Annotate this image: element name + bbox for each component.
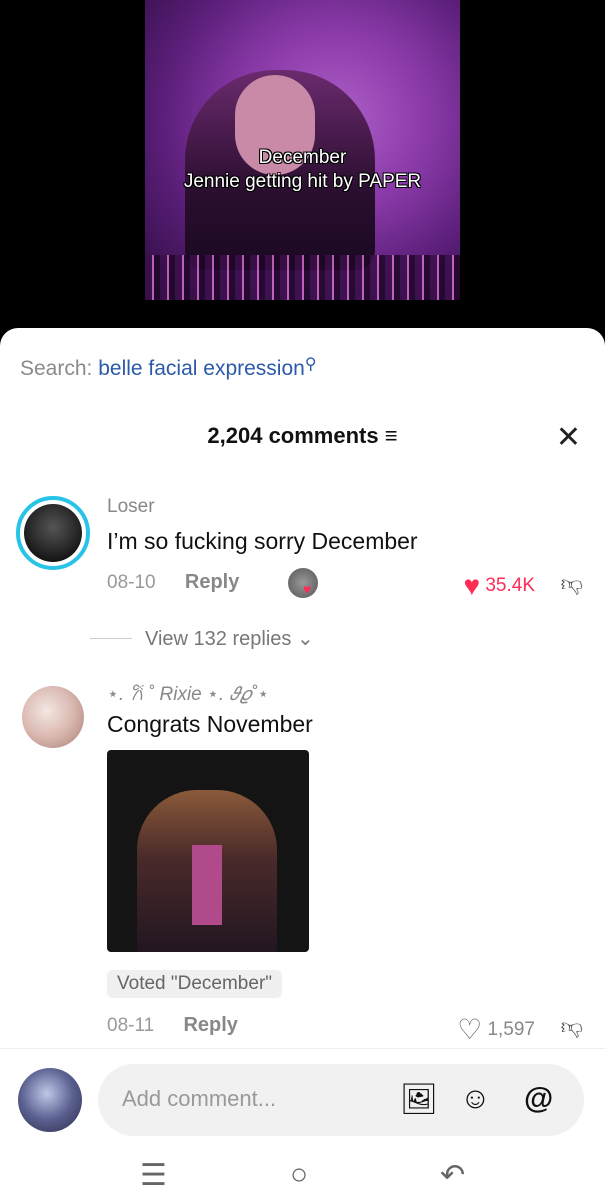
search-query-link[interactable]: belle facial expression <box>98 357 305 380</box>
divider <box>90 638 132 639</box>
like-count: 1,597 <box>487 1019 535 1040</box>
sticker-icon[interactable]: ☺︎ <box>460 1082 491 1116</box>
comment-text: I’m so fucking sorry December <box>107 528 418 554</box>
video-caption-line1: December <box>258 147 347 168</box>
search-label: Search: <box>20 357 93 380</box>
heart-outline-icon: ♡ <box>457 1014 483 1045</box>
like-button[interactable]: ♥ 35.4K <box>463 570 535 602</box>
video-caption-line2: Jennie getting hit by PAPER <box>183 171 422 192</box>
like-count: 35.4K <box>485 575 535 596</box>
avatar-image <box>24 504 82 562</box>
view-replies-button[interactable]: View 132 replies ⌄ <box>145 626 314 651</box>
comment-username[interactable]: ⋆. 𐙚 ˚ Rixie ⋆. 𝜗𝜚˚⋆ <box>107 680 269 706</box>
recents-icon[interactable]: ☰ <box>140 1158 167 1193</box>
video-area[interactable]: December Jennie getting hit by PAPER <box>0 0 605 340</box>
dislike-icon[interactable]: 👎︎ <box>561 570 583 597</box>
comments-count-label: 2,204 comments <box>207 423 379 448</box>
mention-icon[interactable]: @ <box>524 1082 553 1116</box>
search-suggestion[interactable]: Search: belle facial expression⚲ <box>20 356 317 381</box>
comment-placeholder: Add comment... <box>122 1086 277 1111</box>
comment-gif[interactable] <box>107 750 309 952</box>
avatar-loser[interactable] <box>16 496 90 570</box>
crowd-lights <box>145 255 460 300</box>
current-user-avatar[interactable] <box>18 1068 82 1132</box>
system-nav-bar: ☰ ○ ↶ <box>0 1148 605 1199</box>
filter-icon[interactable]: ≡ <box>385 423 398 448</box>
comment-date: 08-11 <box>107 1015 155 1036</box>
divider <box>0 1048 605 1049</box>
like-button[interactable]: ♡ 1,597 <box>457 1013 535 1046</box>
creator-heart-icon: ♥ <box>303 581 312 597</box>
comment-meta: 08-11 Reply <box>107 1014 238 1037</box>
avatar-rixie[interactable] <box>22 686 84 748</box>
comment-input[interactable]: Add comment... 🖼︎ ☺︎ @ <box>98 1064 584 1136</box>
gif-shirt <box>192 845 222 925</box>
comments-count[interactable]: 2,204 comments ≡ <box>0 423 605 449</box>
comment-username[interactable]: Loser <box>107 496 155 518</box>
image-icon[interactable]: 🖼︎ <box>400 1082 438 1117</box>
back-icon[interactable]: ↶ <box>440 1158 465 1193</box>
comments-sheet: Search: belle facial expression⚲ 2,204 c… <box>0 328 605 1199</box>
vote-badge: Voted "December" <box>107 970 283 998</box>
reply-button[interactable]: Reply <box>185 571 239 593</box>
heart-icon: ♥ <box>463 570 481 601</box>
close-icon[interactable]: ✕ <box>556 420 581 455</box>
dislike-icon[interactable]: 👎︎ <box>561 1013 583 1040</box>
comment-date: 08-10 <box>107 572 156 593</box>
comment-text: Congrats November <box>107 711 313 737</box>
home-icon[interactable]: ○ <box>290 1158 308 1192</box>
reply-button[interactable]: Reply <box>183 1014 237 1036</box>
comment-meta: 08-10 Reply <box>107 571 239 594</box>
search-icon: ⚲ <box>304 356 317 373</box>
